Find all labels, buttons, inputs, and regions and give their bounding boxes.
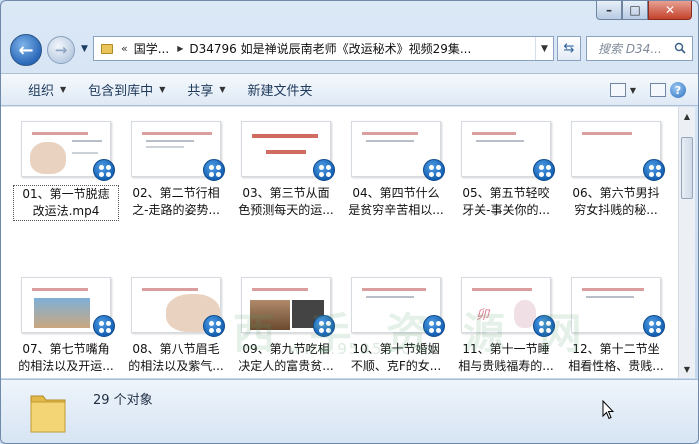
address-bar[interactable]: « 国学... ▶ D34796 如是禅说辰南老师《改运秘术》视频29集... … [93, 36, 554, 61]
forward-arrow-icon: → [54, 41, 68, 59]
file-tile[interactable]: 03、第三节从面 色预测每天的运... [233, 111, 339, 261]
explorer-window: – □ ✕ ← → ▼ « 国学... ▶ D34796 如是禅说辰南老师《改运… [0, 0, 699, 444]
file-name: 08、第八节眉毛 的相法以及紫气... [128, 342, 224, 373]
video-file-icon [313, 159, 335, 181]
file-name: 02、第二节行相 之-走路的姿势... [132, 186, 220, 217]
include-in-library-menu[interactable]: 包含到库中 ▼ [77, 74, 176, 105]
scroll-down-button[interactable]: ▼ [679, 361, 695, 377]
refresh-icon: ⇆ [563, 41, 575, 56]
organize-menu[interactable]: 组织 ▼ [1, 74, 77, 105]
file-name: 05、第五节轻咬 牙关-事关你的... [462, 186, 550, 217]
file-tile[interactable]: 06、第六节男抖 穷女抖贱的秘... [563, 111, 669, 261]
address-dropdown-button[interactable]: ▼ [535, 37, 553, 60]
video-file-icon [423, 315, 445, 337]
file-name: 10、第十节婚姻 不顺、克F的女... [350, 342, 442, 373]
video-file-icon [93, 159, 115, 181]
search-input[interactable]: 搜索 D34... [586, 36, 693, 61]
forward-button[interactable]: → [47, 36, 75, 64]
recent-pages-dropdown[interactable]: ▼ [81, 44, 88, 54]
new-folder-label: 新建文件夹 [247, 84, 313, 99]
new-folder-button[interactable]: 新建文件夹 [237, 74, 324, 105]
file-name: 04、第四节什么 是贫穷辛苦相以... [348, 186, 444, 217]
close-button[interactable]: ✕ [648, 1, 692, 20]
file-tile[interactable]: 卯 11、第十一节睡 相与贵贱福寿的... [453, 267, 559, 378]
mouse-cursor-icon [602, 400, 614, 420]
file-name: 03、第三节从面 色预测每天的运... [238, 186, 334, 217]
scroll-up-button[interactable]: ▲ [679, 108, 695, 124]
file-name: 09、第九节吃相 决定人的富贵贫... [238, 342, 334, 373]
folder-icon [101, 43, 113, 54]
file-tile[interactable]: 05、第五节轻咬 牙关-事关你的... [453, 111, 559, 261]
maximize-button[interactable]: □ [622, 1, 648, 20]
search-icon [674, 42, 686, 54]
video-file-icon [643, 315, 665, 337]
file-tile[interactable]: 02、第二节行相 之-走路的姿势... [123, 111, 229, 261]
address-overflow-chevron[interactable]: « [121, 42, 128, 55]
minimize-button[interactable]: – [596, 1, 622, 20]
search-placeholder: 搜索 D34... [598, 42, 662, 56]
include-in-library-label: 包含到库中 [88, 84, 154, 99]
organize-label: 组织 [28, 84, 55, 99]
vertical-scrollbar[interactable]: ▲ ▼ [678, 107, 695, 378]
chevron-right-icon[interactable]: ▶ [177, 44, 183, 53]
file-name: 06、第六节男抖 穷女抖贱的秘... [572, 186, 660, 217]
chevron-down-icon: ▼ [219, 85, 226, 94]
command-bar: 组织 ▼ 包含到库中 ▼ 共享 ▼ 新建文件夹 ▼ ? [1, 73, 698, 106]
file-name: 01、第一节脱痣 改运法.mp4 [13, 185, 119, 221]
address-segment-current[interactable]: D34796 如是禅说辰南老师《改运秘术》视频29集... [189, 40, 471, 57]
scroll-thumb[interactable] [681, 137, 693, 199]
video-file-icon [533, 315, 555, 337]
video-file-icon [533, 159, 555, 181]
video-file-icon [643, 159, 665, 181]
video-file-icon [313, 315, 335, 337]
video-file-icon [93, 315, 115, 337]
file-tile[interactable]: 08、第八节眉毛 的相法以及紫气... [123, 267, 229, 378]
navigation-bar: ← → ▼ « 国学... ▶ D34796 如是禅说辰南老师《改运秘术》视频2… [1, 31, 698, 69]
file-name: 11、第十一节睡 相与贵贱福寿的... [458, 342, 554, 373]
share-menu[interactable]: 共享 ▼ [176, 74, 236, 105]
back-arrow-icon: ← [18, 39, 34, 61]
file-name: 12、第十二节坐 相看性格、贵贱... [568, 342, 664, 373]
preview-pane-icon[interactable] [650, 83, 666, 97]
file-tile[interactable]: 09、第九节吃相 决定人的富贵贫... [233, 267, 339, 378]
file-tile[interactable]: 10、第十节婚姻 不顺、克F的女... [343, 267, 449, 378]
video-file-icon [423, 159, 445, 181]
file-tile[interactable]: 04、第四节什么 是贫穷辛苦相以... [343, 111, 449, 261]
details-pane: 29 个对象 [1, 379, 698, 443]
help-icon[interactable]: ? [670, 82, 686, 98]
share-label: 共享 [187, 84, 214, 99]
video-file-icon [203, 315, 225, 337]
file-list-pane[interactable]: 01、第一节脱痣 改运法.mp4 02、第二节行相 之-走路的姿势... 03、… [1, 107, 678, 378]
file-tile[interactable]: 07、第七节嘴角 的相法以及开运... [13, 267, 119, 378]
chevron-down-icon: ▼ [60, 85, 67, 94]
file-name: 07、第七节嘴角 的相法以及开运... [18, 342, 114, 373]
chevron-down-icon: ▼ [159, 85, 166, 94]
video-file-icon [203, 159, 225, 181]
caption-buttons: – □ ✕ [596, 1, 692, 20]
file-tile[interactable]: 12、第十二节坐 相看性格、贵贱... [563, 267, 669, 378]
folder-icon [30, 395, 66, 433]
address-segment-guoxue[interactable]: 国学... [134, 40, 169, 57]
view-controls: ▼ ? [609, 82, 686, 98]
item-count: 29 个对象 [93, 393, 153, 408]
refresh-button[interactable]: ⇆ [557, 36, 581, 61]
back-button[interactable]: ← [10, 34, 42, 66]
change-view-icon[interactable] [609, 83, 626, 97]
view-options-dropdown[interactable]: ▼ [630, 86, 636, 95]
file-tile[interactable]: 01、第一节脱痣 改运法.mp4 [13, 111, 119, 261]
